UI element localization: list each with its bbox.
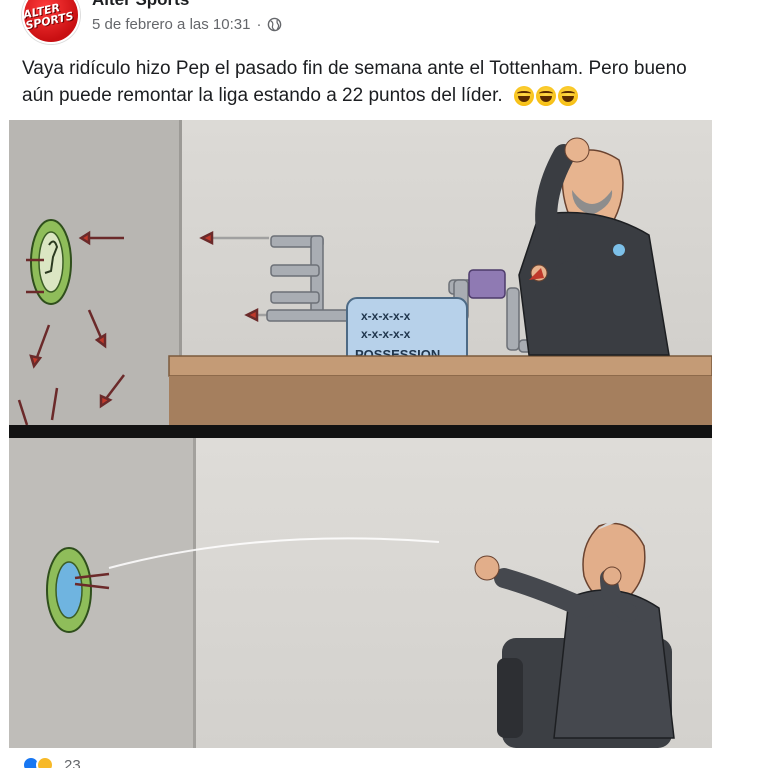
haha-icon [36, 756, 54, 768]
coach-pep-figure [518, 137, 670, 356]
grinning-squinting-face-emoji-icon [535, 85, 556, 106]
post-body-text-content: Vaya ridículo hizo Pep el pasado fin de … [22, 58, 687, 106]
cartoon-panel-bottom-drawing [9, 438, 675, 748]
reaction-count[interactable]: 23 [64, 757, 81, 768]
cartoon-image[interactable]: x-x-x-x-x x-x-x-x-x POSSESSION [9, 120, 712, 748]
emoji-row [513, 85, 578, 106]
grinning-squinting-face-emoji-icon [557, 85, 578, 106]
post-meta: 5 de febrero a las 10:31 · [92, 16, 282, 33]
coach-mourinho-figure [474, 520, 675, 748]
reactions-summary[interactable]: 23 [22, 756, 81, 768]
machine-marks-row-1: x-x-x-x-x [361, 309, 411, 323]
page-name-link[interactable]: Alter Sports [92, 0, 189, 10]
post-body-text: Vaya ridículo hizo Pep el pasado fin de … [22, 55, 722, 109]
avatar-logo-text: ALTER SPORTS [22, 1, 75, 33]
cartoon-panel-top-drawing: x-x-x-x-x x-x-x-x-x POSSESSION [9, 120, 712, 425]
desk [168, 355, 712, 377]
facebook-post: ALTER SPORTS Alter Sports 5 de febrero a… [0, 0, 768, 768]
timestamp-link[interactable]: 5 de febrero a las 10:31 [92, 16, 250, 33]
grinning-squinting-face-emoji-icon [513, 85, 534, 106]
meta-separator: · [256, 16, 262, 33]
page-avatar[interactable]: ALTER SPORTS [22, 0, 80, 44]
cartoon-panel-top: x-x-x-x-x x-x-x-x-x POSSESSION [9, 120, 712, 425]
machine-marks-row-2: x-x-x-x-x [361, 327, 411, 341]
globe-icon[interactable] [267, 17, 282, 32]
cartoon-panel-bottom [9, 438, 712, 748]
